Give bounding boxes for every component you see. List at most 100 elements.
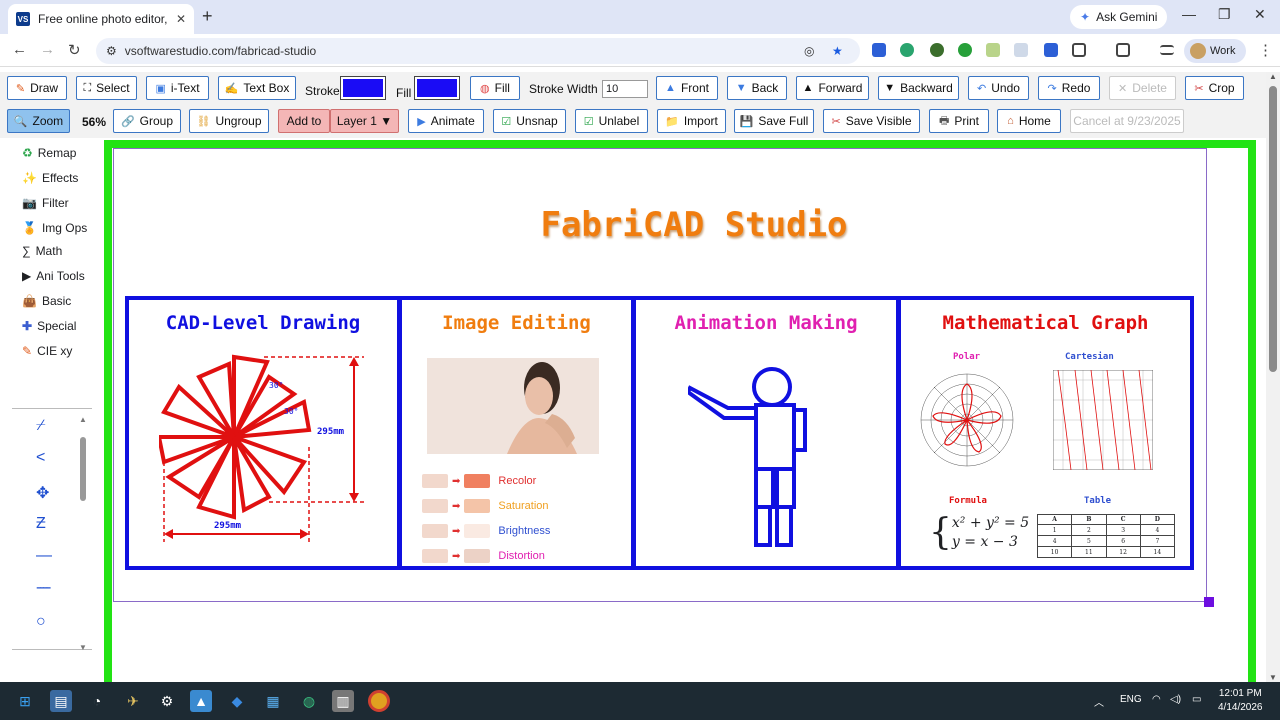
fill-button[interactable]: ◍ Fill bbox=[470, 76, 520, 100]
back-button[interactable]: ▼ Back bbox=[727, 76, 787, 100]
puzzle-icon[interactable] bbox=[1072, 43, 1086, 57]
sidebar-item-special[interactable]: ✚ Special bbox=[22, 319, 76, 333]
calculator-icon[interactable]: ▥ bbox=[332, 690, 354, 712]
wifi-icon[interactable]: ◠ bbox=[1152, 694, 1161, 705]
panel-animation[interactable]: Animation Making bbox=[632, 296, 900, 570]
tab-close-icon[interactable]: ✕ bbox=[176, 12, 186, 26]
globe-icon[interactable]: ◍ bbox=[298, 690, 320, 712]
ungroup-button[interactable]: ⛓ Ungroup bbox=[189, 109, 269, 133]
app-icon[interactable]: ◔ bbox=[86, 690, 108, 712]
fill-color-picker[interactable] bbox=[414, 76, 460, 100]
itext-button[interactable]: ▣ i-Text bbox=[146, 76, 209, 100]
sidebar-item-filter[interactable]: 📷 Filter bbox=[22, 196, 69, 210]
tray-chevron-icon[interactable]: ︿ bbox=[1094, 694, 1104, 709]
extensions-icon[interactable] bbox=[1044, 43, 1058, 57]
zigzag-icon[interactable]: Ƶ bbox=[36, 515, 46, 533]
undo-button[interactable]: ↶ Undo bbox=[968, 76, 1029, 100]
windows-start-icon[interactable]: ⊞ bbox=[14, 690, 36, 712]
forward-button[interactable]: ▲ Forward bbox=[796, 76, 869, 100]
scroll-down-icon[interactable]: ▼ bbox=[79, 643, 87, 652]
zoom-button[interactable]: 🔍 Zoom bbox=[7, 109, 70, 133]
circle-icon[interactable]: ○ bbox=[36, 613, 46, 631]
page-scrollbar[interactable]: ▲ ▼ bbox=[1266, 72, 1280, 682]
import-button[interactable]: 📁 Import bbox=[657, 109, 726, 133]
app-icon[interactable]: ✈ bbox=[122, 690, 144, 712]
extension-icon[interactable] bbox=[900, 43, 914, 57]
layer-select[interactable]: Layer 1 ▼ bbox=[330, 109, 399, 133]
panel-cad[interactable]: CAD-Level Drawing 30° 30° 295mm 295mm bbox=[125, 296, 401, 570]
page-scroll-thumb[interactable] bbox=[1269, 86, 1277, 372]
clock[interactable]: 12:01 PM 4/14/2026 bbox=[1218, 687, 1263, 715]
photos-icon[interactable]: ▲ bbox=[190, 690, 212, 712]
chrome-icon[interactable] bbox=[368, 690, 390, 712]
sidebar-item-effects[interactable]: ✨ Effects bbox=[22, 171, 78, 185]
sidebar-item-cie-xy[interactable]: ✎ CIE xy bbox=[22, 344, 72, 358]
unsnap-button[interactable]: ☑ Unsnap bbox=[493, 109, 566, 133]
close-window-icon[interactable]: ✕ bbox=[1254, 6, 1266, 23]
forward-arrow-icon[interactable]: → bbox=[40, 41, 55, 58]
extension-puzzle-icon[interactable] bbox=[872, 43, 886, 57]
animate-button[interactable]: ▶ Animate bbox=[408, 109, 484, 133]
vscode-icon[interactable]: ◆ bbox=[226, 690, 248, 712]
menu-icon[interactable]: ⋮ bbox=[1258, 41, 1273, 59]
print-button[interactable]: 🖶 Print bbox=[929, 109, 989, 133]
language-indicator[interactable]: ENG bbox=[1120, 694, 1142, 705]
group-button[interactable]: 🔗 Group bbox=[113, 109, 181, 133]
canvas-page[interactable]: FabriCAD Studio CAD-Level Drawing 30° 30… bbox=[113, 148, 1214, 607]
canvas-title[interactable]: FabriCAD Studio bbox=[114, 205, 1274, 245]
save-full-button[interactable]: 💾 Save Full bbox=[734, 109, 814, 133]
extension-icon[interactable] bbox=[1014, 43, 1028, 57]
backward-button[interactable]: ▼ Backward bbox=[878, 76, 959, 100]
move-icon[interactable]: ✥ bbox=[36, 483, 49, 503]
unlabel-button[interactable]: ☑ Unlabel bbox=[575, 109, 648, 133]
site-info-icon[interactable]: ⚙ bbox=[106, 44, 117, 58]
drawing-canvas[interactable]: FabriCAD Studio CAD-Level Drawing 30° 30… bbox=[104, 140, 1256, 685]
front-button[interactable]: ▲ Front bbox=[656, 76, 718, 100]
sidebar-item-basic[interactable]: 👜 Basic bbox=[22, 294, 71, 308]
tab-search-icon[interactable] bbox=[1116, 43, 1130, 57]
new-tab-icon[interactable]: + bbox=[202, 6, 213, 27]
bookmark-star-icon[interactable]: ★ bbox=[832, 44, 843, 58]
ask-gemini-button[interactable]: ✦ Ask Gemini bbox=[1070, 5, 1168, 29]
panel-math[interactable]: Mathematical Graph Polar Cartesian Formu… bbox=[897, 296, 1194, 570]
palette-scrollbar[interactable]: ▲ ▼ bbox=[79, 415, 87, 652]
textbox-button[interactable]: ✍ Text Box bbox=[218, 76, 296, 100]
sidebar-item-remap[interactable]: ♻ Remap bbox=[22, 146, 76, 160]
resize-handle[interactable] bbox=[1204, 597, 1214, 607]
line-icon[interactable]: — bbox=[36, 547, 52, 565]
scroll-down-icon[interactable]: ▼ bbox=[1269, 673, 1277, 682]
stroke-width-input[interactable]: 10 bbox=[602, 80, 648, 98]
battery-icon[interactable]: ▭ bbox=[1192, 694, 1201, 705]
sidebar-item-math[interactable]: ∑ Math bbox=[22, 244, 62, 258]
reading-list-icon[interactable] bbox=[1160, 45, 1174, 55]
extension-icon[interactable] bbox=[986, 43, 1000, 57]
minimize-icon[interactable]: — bbox=[1182, 6, 1196, 22]
panel-image[interactable]: Image Editing ➡ Recolor ➡ Saturation ➡ B… bbox=[398, 296, 635, 570]
notepad-icon[interactable]: ▦ bbox=[262, 690, 284, 712]
stroke-color-picker[interactable] bbox=[340, 76, 386, 100]
line-dash-icon[interactable]: ⌿ bbox=[36, 417, 46, 435]
extension-icon[interactable] bbox=[930, 43, 944, 57]
sidebar-item-img-ops[interactable]: 🏅 Img Ops bbox=[22, 221, 87, 235]
scroll-up-icon[interactable]: ▲ bbox=[79, 415, 87, 424]
select-button[interactable]: ⛶ Select bbox=[76, 76, 137, 100]
angle-icon[interactable]: < bbox=[36, 449, 45, 467]
app-icon[interactable]: ▤ bbox=[50, 690, 72, 712]
sidebar-item-ani-tools[interactable]: ▶ Ani Tools bbox=[22, 269, 85, 283]
back-arrow-icon[interactable]: ← bbox=[12, 41, 27, 58]
dashed-line-icon[interactable]: ---- bbox=[36, 579, 51, 597]
maximize-icon[interactable]: ❐ bbox=[1218, 6, 1231, 23]
add-to-button[interactable]: Add to bbox=[278, 109, 330, 133]
url-bar[interactable]: ⚙ vsoftwarestudio.com/fabricad-studio ◎ … bbox=[96, 38, 860, 64]
eye-off-icon[interactable]: ◎ bbox=[804, 44, 814, 58]
scroll-up-icon[interactable]: ▲ bbox=[1269, 72, 1277, 81]
volume-icon[interactable]: ◁) bbox=[1170, 694, 1181, 705]
save-visible-button[interactable]: ✂ Save Visible bbox=[823, 109, 920, 133]
palette-scroll-thumb[interactable] bbox=[80, 437, 86, 501]
delete-button[interactable]: ✕ Delete bbox=[1109, 76, 1176, 100]
browser-tab[interactable]: VS Free online photo editor, anima ✕ bbox=[8, 4, 194, 34]
draw-button[interactable]: ✎ Draw bbox=[7, 76, 67, 100]
crop-button[interactable]: ✂ Crop bbox=[1185, 76, 1244, 100]
redo-button[interactable]: ↷ Redo bbox=[1038, 76, 1100, 100]
profile-button[interactable]: Work bbox=[1184, 39, 1246, 63]
